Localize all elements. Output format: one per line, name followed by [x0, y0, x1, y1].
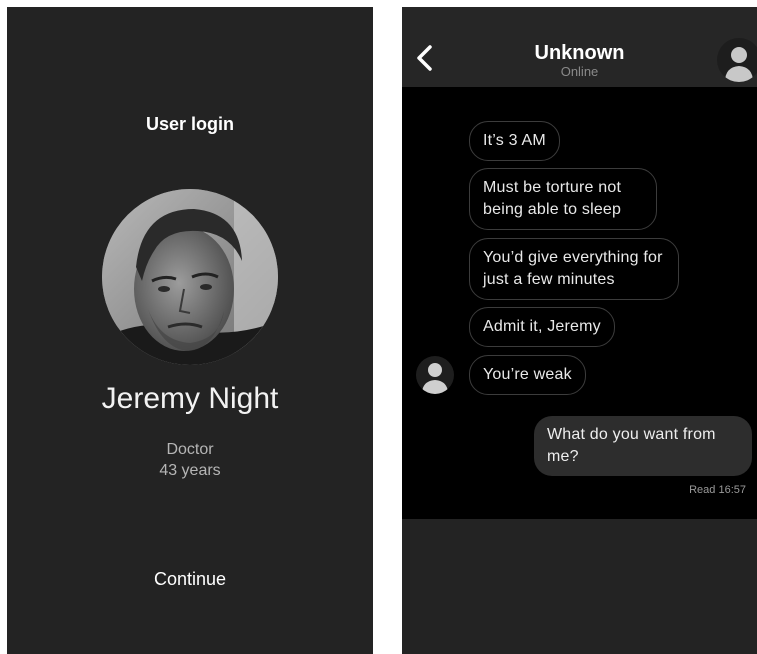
message-bubble-incoming: Must be torture not being able to sleep	[469, 168, 657, 230]
chat-header: Unknown Online	[402, 7, 757, 87]
read-receipt: Read 16:57	[689, 484, 746, 496]
chat-contact-status: Online	[560, 64, 599, 79]
messages-area: It’s 3 AM Must be torture not being able…	[402, 87, 757, 519]
user-occupation: Doctor	[166, 441, 214, 458]
continue-button[interactable]: Continue	[107, 564, 273, 594]
person-silhouette-icon	[725, 47, 753, 82]
message-bubble-incoming: Admit it, Jeremy	[469, 307, 615, 347]
profile-photo-image	[102, 189, 278, 365]
message-bubble-incoming: You’d give everything for just a few min…	[469, 238, 679, 300]
message-bubble-outgoing: What do you want from me?	[534, 416, 752, 476]
login-title: User login	[145, 114, 234, 134]
profile-photo	[102, 189, 278, 365]
message-bubble-incoming: You’re weak	[469, 355, 586, 395]
sender-avatar	[416, 356, 454, 394]
login-screen: User login Jeremy Night Doctor 43 years …	[7, 7, 373, 654]
user-name: Jeremy Night	[101, 382, 279, 415]
person-silhouette-icon	[422, 363, 448, 394]
chat-screen: Unknown Online It’s 3 AM Must be torture…	[402, 7, 757, 654]
chat-contact-name: Unknown	[534, 42, 625, 64]
user-age: 43 years	[159, 462, 221, 479]
message-bubble-incoming: It’s 3 AM	[469, 121, 560, 161]
contact-avatar[interactable]	[717, 38, 757, 82]
